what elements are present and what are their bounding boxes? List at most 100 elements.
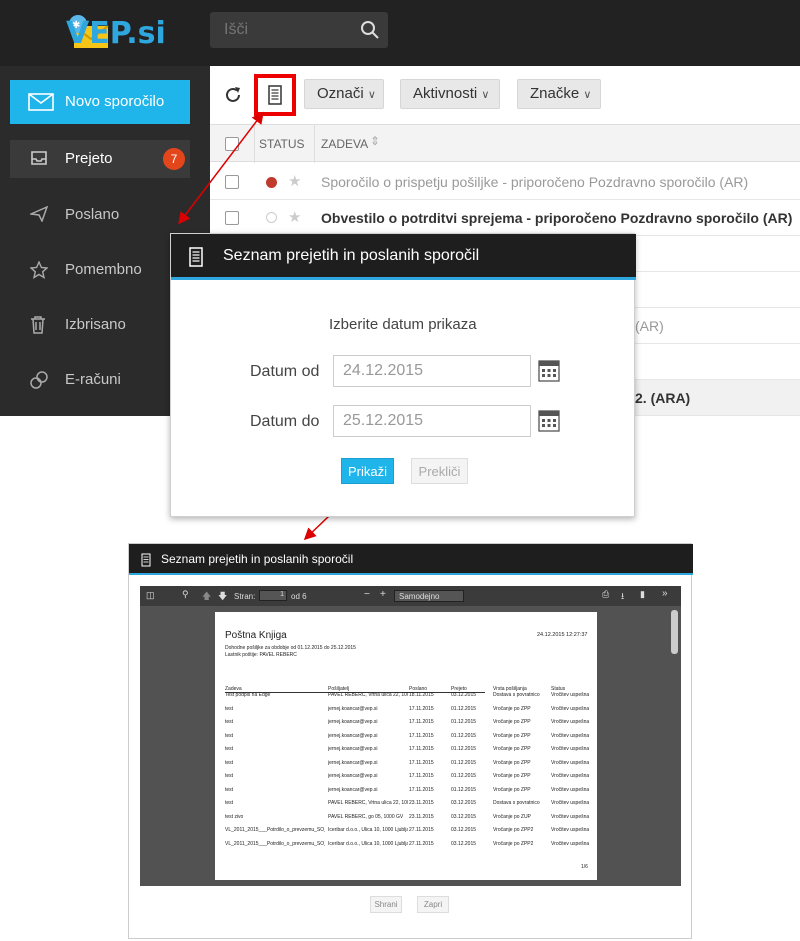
date-to-input[interactable]	[333, 405, 531, 437]
doc-cell: 27.11.2015	[409, 827, 434, 833]
row-checkbox[interactable]	[225, 211, 239, 225]
doc-cell: jernej.koancar@vep.si	[328, 786, 378, 793]
doc-cell: Vročitev uspešna	[551, 732, 590, 739]
date-from-input[interactable]	[333, 355, 531, 387]
doc-cell: 17.11.2015	[409, 719, 434, 725]
sidebar-item-label: Pomembno	[65, 261, 142, 278]
doc-cell: Vročitev uspešna	[551, 840, 590, 847]
chevron-down-icon: ∨	[367, 89, 376, 101]
read-dot-icon	[266, 212, 277, 223]
zoom-select[interactable]: Samodejno	[394, 590, 464, 602]
doc-cell: PAVEL REBERC, Vrtna ulica 22, 1000 Ljubl…	[328, 800, 408, 806]
sidebar-item-deleted[interactable]: Izbrisano	[10, 306, 190, 344]
report-header: Seznam prejetih in poslanih sporočil	[129, 544, 693, 575]
tools-icon[interactable]: »	[662, 588, 668, 599]
doc-cell: 17.11.2015	[409, 746, 434, 752]
pdf-toolbar: ◫ ⚲ 🡅 🡇 Stran: 1 od 6 − + Samodejno ⎙ ⭳ …	[140, 586, 681, 606]
row-checkbox[interactable]	[225, 175, 239, 189]
next-page-icon[interactable]: 🡇	[218, 589, 227, 605]
doc-cell: Vročitev uspešna	[551, 786, 590, 793]
star-icon[interactable]: ★	[288, 208, 301, 226]
scrollbar-thumb[interactable]	[671, 610, 678, 654]
message-subject: Obvestilo o potrditvi sprejema - priporo…	[321, 210, 793, 226]
close-button[interactable]: Zapri	[417, 896, 449, 913]
unread-count-badge: 7	[163, 148, 185, 170]
doc-cell: PAVEL REBERC, go 05, 1000 GV	[328, 813, 404, 820]
doc-cell: 23.11.2015	[409, 813, 434, 820]
doc-cell: Vročitev uspešna	[551, 705, 590, 712]
save-button[interactable]: Shrani	[370, 896, 402, 913]
status-column-header[interactable]: STATUS	[259, 137, 305, 151]
doc-cell: 01.12.2015	[451, 786, 477, 793]
pdf-viewer[interactable]: ◫ ⚲ 🡅 🡇 Stran: 1 od 6 − + Samodejno ⎙ ⭳ …	[140, 586, 681, 886]
calendar-icon[interactable]	[538, 410, 560, 432]
new-message-label: Novo sporočilo	[65, 93, 165, 110]
message-list-report-button[interactable]	[254, 74, 296, 116]
doc-cell: test	[225, 746, 234, 752]
doc-cell: Vročitev uspešna	[551, 719, 590, 725]
sidebar-item-sent[interactable]: Poslano	[10, 196, 190, 234]
calendar-icon[interactable]	[538, 360, 560, 382]
doc-cell: jernej.koancar@vep.si	[328, 719, 378, 725]
sidebar-item-label: Poslano	[65, 206, 120, 223]
message-subject: (AR)	[635, 318, 664, 334]
search-icon[interactable]	[360, 20, 380, 40]
doc-cell: 03.12.2015	[451, 827, 477, 833]
message-subject: Sporočilo o prispetju pošiljke - priporo…	[321, 174, 749, 190]
doc-cell: 23.11.2015	[409, 800, 434, 806]
doc-cell: test	[225, 705, 234, 712]
zoom-select-value: Samodejno	[399, 592, 440, 601]
doc-cell: 03.12.2015	[451, 813, 477, 820]
table-row[interactable]: ★ Obvestilo o potrditvi sprejema - pripo…	[210, 200, 800, 236]
sidebar-item-important[interactable]: Pomembno	[10, 251, 190, 289]
date-range-dialog: Seznam prejetih in poslanih sporočil Izb…	[170, 233, 636, 517]
previous-page-icon[interactable]: 🡅	[202, 589, 211, 605]
star-icon[interactable]: ★	[288, 172, 301, 190]
cancel-button[interactable]: Prekliči	[411, 458, 468, 484]
doc-cell: jernej.koancar@vep.si	[328, 732, 378, 739]
doc-cell: Iceribar d.o.o., Ulica 10, 1000 Ljubljan…	[328, 827, 408, 833]
doc-cell: 17.11.2015	[409, 705, 434, 712]
doc-cell: 17.11.2015	[409, 773, 434, 779]
new-message-button[interactable]: Novo sporočilo	[10, 80, 190, 124]
search-box[interactable]	[210, 12, 388, 48]
doc-cell: test	[225, 759, 234, 766]
date-from-label: Datum od	[250, 363, 320, 380]
doc-cell: Vročitev uspešna	[551, 827, 590, 833]
sidebar-toggle-icon[interactable]: ◫	[146, 590, 155, 601]
search-icon[interactable]: ⚲	[182, 589, 189, 600]
sidebar-item-einvoices[interactable]: E-računi	[10, 361, 190, 399]
mark-dropdown-button[interactable]: Označi ∨	[304, 79, 384, 109]
report-window: Seznam prejetih in poslanih sporočil ◫ ⚲…	[128, 543, 693, 939]
doc-cell: VL_2011_2015___Potrdilo_o_prevzemu_SO_iz…	[225, 840, 325, 847]
page-number-input[interactable]: 1	[259, 590, 287, 601]
activities-dropdown-button[interactable]: Aktivnosti ∨	[400, 79, 500, 109]
show-button[interactable]: Prikaži	[341, 458, 394, 484]
chevron-down-icon: ∨	[583, 89, 592, 101]
doc-cell: Dostava s povratnico	[493, 800, 540, 806]
print-icon[interactable]: ⎙	[602, 589, 609, 600]
chevron-down-icon: ∨	[481, 89, 490, 101]
refresh-icon[interactable]	[222, 84, 244, 106]
doc-cell: 01.12.2015	[451, 746, 477, 752]
zoom-out-icon[interactable]: −	[364, 589, 370, 600]
logo-text[interactable]: VEP.si	[66, 16, 166, 51]
inbox-icon	[31, 151, 47, 165]
table-row[interactable]: ★ Sporočilo o prispetju pošiljke - pripo…	[210, 164, 800, 200]
subject-column-header[interactable]: ZADEVA	[321, 137, 368, 151]
document-list-icon	[189, 247, 203, 267]
top-bar: ✱ VEP.si	[0, 0, 800, 66]
download-icon[interactable]: ⭳	[621, 589, 624, 605]
bookmark-icon[interactable]: ▮	[640, 589, 645, 600]
zoom-in-icon[interactable]: +	[380, 589, 386, 600]
doc-cell: 01.12.2015	[451, 732, 477, 739]
page-count-label: od 6	[291, 592, 307, 601]
doc-cell: jernej.koancar@vep.si	[328, 773, 378, 779]
page-label: Stran:	[234, 592, 256, 601]
search-input[interactable]	[210, 12, 350, 48]
select-all-checkbox[interactable]	[225, 137, 239, 151]
tags-dropdown-button[interactable]: Značke ∨	[517, 79, 601, 109]
sidebar-item-inbox[interactable]: Prejeto 7	[10, 140, 190, 178]
sort-icon[interactable]: ⇕	[370, 134, 380, 148]
column-divider	[254, 125, 255, 163]
